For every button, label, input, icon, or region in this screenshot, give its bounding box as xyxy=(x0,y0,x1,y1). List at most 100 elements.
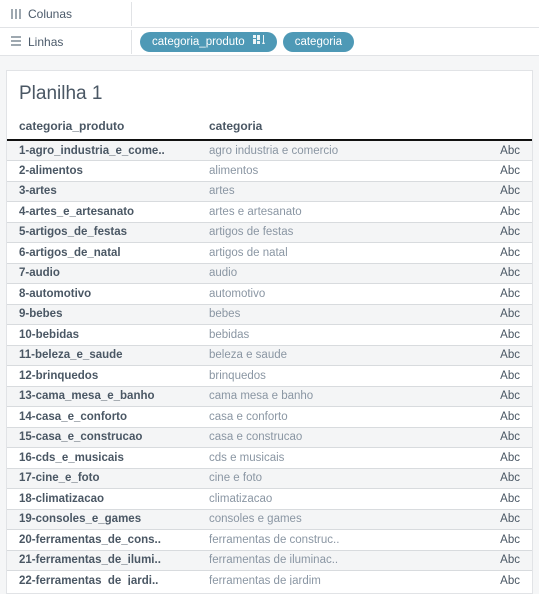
worksheet-title[interactable]: Planilha 1 xyxy=(7,79,532,115)
header-abc[interactable] xyxy=(482,115,532,140)
rows-shelf-content[interactable]: categoria_produto categoria xyxy=(132,29,539,55)
cell-categoria: ferramentas de iluminac.. xyxy=(197,550,482,571)
table-row[interactable]: 12-brinquedosbrinquedosAbc xyxy=(7,366,532,387)
cell-categoria: beleza e saude xyxy=(197,345,482,366)
table-row[interactable]: 16-cds_e_musicaiscds e musicaisAbc xyxy=(7,448,532,469)
cell-categoria-produto: 20-ferramentas_de_cons.. xyxy=(7,530,197,551)
rows-label-text: Linhas xyxy=(28,35,63,49)
rows-icon xyxy=(10,35,22,49)
table-row[interactable]: 1-agro_industria_e_come..agro industria … xyxy=(7,140,532,161)
cell-abc: Abc xyxy=(482,489,532,510)
cell-categoria: artes xyxy=(197,181,482,202)
table-row[interactable]: 11-beleza_e_saudebeleza e saudeAbc xyxy=(7,345,532,366)
cell-abc: Abc xyxy=(482,181,532,202)
cell-categoria-produto: 21-ferramentas_de_ilumi.. xyxy=(7,550,197,571)
cell-categoria: climatizacao xyxy=(197,489,482,510)
table-row[interactable]: 3-artesartesAbc xyxy=(7,181,532,202)
columns-label-text: Colunas xyxy=(28,7,72,21)
cell-abc: Abc xyxy=(482,407,532,428)
table-row[interactable]: 7-audioaudioAbc xyxy=(7,263,532,284)
cell-categoria: cama mesa e banho xyxy=(197,386,482,407)
table-row[interactable]: 6-artigos_de_natalartigos de natalAbc xyxy=(7,243,532,264)
cell-categoria-produto: 6-artigos_de_natal xyxy=(7,243,197,264)
table-row[interactable]: 19-consoles_e_gamesconsoles e gamesAbc xyxy=(7,509,532,530)
worksheet-panel: Planilha 1 categoria_produto categoria 1… xyxy=(6,70,533,594)
table-row[interactable]: 8-automotivoautomotivoAbc xyxy=(7,284,532,305)
cell-categoria-produto: 3-artes xyxy=(7,181,197,202)
cell-abc: Abc xyxy=(482,243,532,264)
cell-categoria: artes e artesanato xyxy=(197,202,482,223)
cell-categoria: agro industria e comercio xyxy=(197,140,482,161)
cell-abc: Abc xyxy=(482,284,532,305)
pill-categoria[interactable]: categoria xyxy=(283,32,354,52)
table-row[interactable]: 13-cama_mesa_e_banhocama mesa e banhoAbc xyxy=(7,386,532,407)
header-categoria[interactable]: categoria xyxy=(197,115,482,140)
table-row[interactable]: 17-cine_e_fotocine e fotoAbc xyxy=(7,468,532,489)
table-row[interactable]: 14-casa_e_confortocasa e confortoAbc xyxy=(7,407,532,428)
cell-categoria-produto: 22-ferramentas_de_jardi.. xyxy=(7,571,197,586)
cell-categoria: artigos de festas xyxy=(197,222,482,243)
cell-categoria-produto: 8-automotivo xyxy=(7,284,197,305)
cell-categoria: audio xyxy=(197,263,482,284)
rows-shelf-label: Linhas xyxy=(0,30,132,54)
cell-categoria: ferramentas de construc.. xyxy=(197,530,482,551)
table-row[interactable]: 22-ferramentas_de_jardi..ferramentas de … xyxy=(7,571,532,586)
table-row[interactable]: 20-ferramentas_de_cons..ferramentas de c… xyxy=(7,530,532,551)
columns-shelf-content[interactable] xyxy=(132,11,539,17)
table-row[interactable]: 9-bebesbebesAbc xyxy=(7,304,532,325)
cell-abc: Abc xyxy=(482,304,532,325)
cell-abc: Abc xyxy=(482,571,532,586)
cell-categoria-produto: 17-cine_e_foto xyxy=(7,468,197,489)
header-row: categoria_produto categoria xyxy=(7,115,532,140)
table-row[interactable]: 2-alimentosalimentosAbc xyxy=(7,161,532,182)
cell-categoria: artigos de natal xyxy=(197,243,482,264)
data-grid-scroll[interactable]: categoria_produto categoria 1-agro_indus… xyxy=(7,115,532,585)
data-grid: categoria_produto categoria 1-agro_indus… xyxy=(7,115,532,585)
cell-categoria: bebidas xyxy=(197,325,482,346)
cell-categoria: ferramentas de jardim xyxy=(197,571,482,586)
cell-categoria-produto: 16-cds_e_musicais xyxy=(7,448,197,469)
cell-categoria: brinquedos xyxy=(197,366,482,387)
cell-categoria: cds e musicais xyxy=(197,448,482,469)
table-row[interactable]: 4-artes_e_artesanatoartes e artesanatoAb… xyxy=(7,202,532,223)
columns-shelf[interactable]: Colunas xyxy=(0,0,539,28)
cell-categoria-produto: 5-artigos_de_festas xyxy=(7,222,197,243)
sort-icon[interactable] xyxy=(253,35,265,48)
table-row[interactable]: 5-artigos_de_festasartigos de festasAbc xyxy=(7,222,532,243)
cell-categoria-produto: 13-cama_mesa_e_banho xyxy=(7,386,197,407)
cell-categoria: automotivo xyxy=(197,284,482,305)
cell-abc: Abc xyxy=(482,325,532,346)
rows-shelf[interactable]: Linhas categoria_produto categoria xyxy=(0,28,539,56)
cell-categoria-produto: 10-bebidas xyxy=(7,325,197,346)
columns-icon xyxy=(10,8,22,20)
pill-categoria-produto[interactable]: categoria_produto xyxy=(140,32,277,52)
cell-categoria: consoles e games xyxy=(197,509,482,530)
table-row[interactable]: 10-bebidasbebidasAbc xyxy=(7,325,532,346)
cell-abc: Abc xyxy=(482,263,532,284)
header-categoria-produto[interactable]: categoria_produto xyxy=(7,115,197,140)
table-row[interactable]: 18-climatizacaoclimatizacaoAbc xyxy=(7,489,532,510)
pill-label: categoria_produto xyxy=(152,36,245,48)
pill-label: categoria xyxy=(295,36,342,48)
cell-categoria-produto: 12-brinquedos xyxy=(7,366,197,387)
cell-categoria-produto: 14-casa_e_conforto xyxy=(7,407,197,428)
cell-categoria: casa e construcao xyxy=(197,427,482,448)
cell-abc: Abc xyxy=(482,427,532,448)
cell-categoria-produto: 2-alimentos xyxy=(7,161,197,182)
cell-abc: Abc xyxy=(482,202,532,223)
cell-abc: Abc xyxy=(482,530,532,551)
cell-categoria-produto: 1-agro_industria_e_come.. xyxy=(7,140,197,161)
cell-categoria-produto: 4-artes_e_artesanato xyxy=(7,202,197,223)
cell-abc: Abc xyxy=(482,509,532,530)
cell-abc: Abc xyxy=(482,140,532,161)
cell-abc: Abc xyxy=(482,345,532,366)
table-row[interactable]: 15-casa_e_construcaocasa e construcaoAbc xyxy=(7,427,532,448)
cell-categoria-produto: 9-bebes xyxy=(7,304,197,325)
cell-categoria-produto: 19-consoles_e_games xyxy=(7,509,197,530)
cell-abc: Abc xyxy=(482,161,532,182)
columns-shelf-label: Colunas xyxy=(0,2,132,26)
shelves-area: Colunas Linhas categoria_produto categor… xyxy=(0,0,539,56)
cell-categoria: bebes xyxy=(197,304,482,325)
cell-categoria-produto: 7-audio xyxy=(7,263,197,284)
table-row[interactable]: 21-ferramentas_de_ilumi..ferramentas de … xyxy=(7,550,532,571)
